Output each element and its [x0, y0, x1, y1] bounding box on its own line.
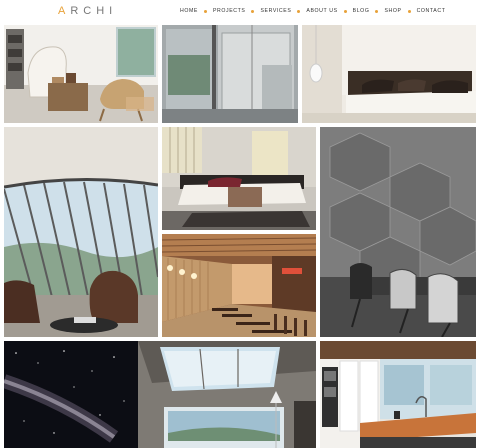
gallery-tile-geometric-office[interactable] [320, 127, 476, 337]
gallery-tile-glass-lounge[interactable] [4, 127, 158, 337]
nav-home[interactable]: HOME [180, 8, 198, 14]
gallery-tile-bedroom[interactable] [302, 25, 476, 123]
nav-services[interactable]: SERVICES [260, 8, 291, 14]
gallery-tile-glass-room[interactable] [162, 25, 298, 123]
nav-separator-dot [203, 9, 207, 13]
site-header: ARCHI HOME PROJECTS SERVICES ABOUT US BL… [0, 0, 480, 24]
nav-separator-dot [251, 9, 255, 13]
nav-separator-dot [375, 9, 379, 13]
gallery-tile-galaxy-skylight[interactable] [4, 341, 316, 448]
main-nav: HOME PROJECTS SERVICES ABOUT US BLOG SHO… [180, 8, 445, 14]
gallery-tile-modern-bedroom[interactable] [162, 127, 316, 230]
nav-blog[interactable]: BLOG [353, 8, 370, 14]
nav-separator-dot [343, 9, 347, 13]
nav-separator-dot [407, 9, 411, 13]
nav-contact[interactable]: CONTACT [417, 8, 446, 14]
nav-projects[interactable]: PROJECTS [213, 8, 245, 14]
site-logo[interactable]: ARCHI [58, 5, 117, 17]
nav-separator-dot [297, 9, 301, 13]
gallery-tile-living-room[interactable] [4, 25, 158, 123]
nav-shop[interactable]: SHOP [384, 8, 401, 14]
gallery-tile-kitchen[interactable] [320, 341, 476, 448]
gallery-tile-restaurant[interactable] [162, 234, 316, 337]
nav-about-us[interactable]: ABOUT US [306, 8, 337, 14]
